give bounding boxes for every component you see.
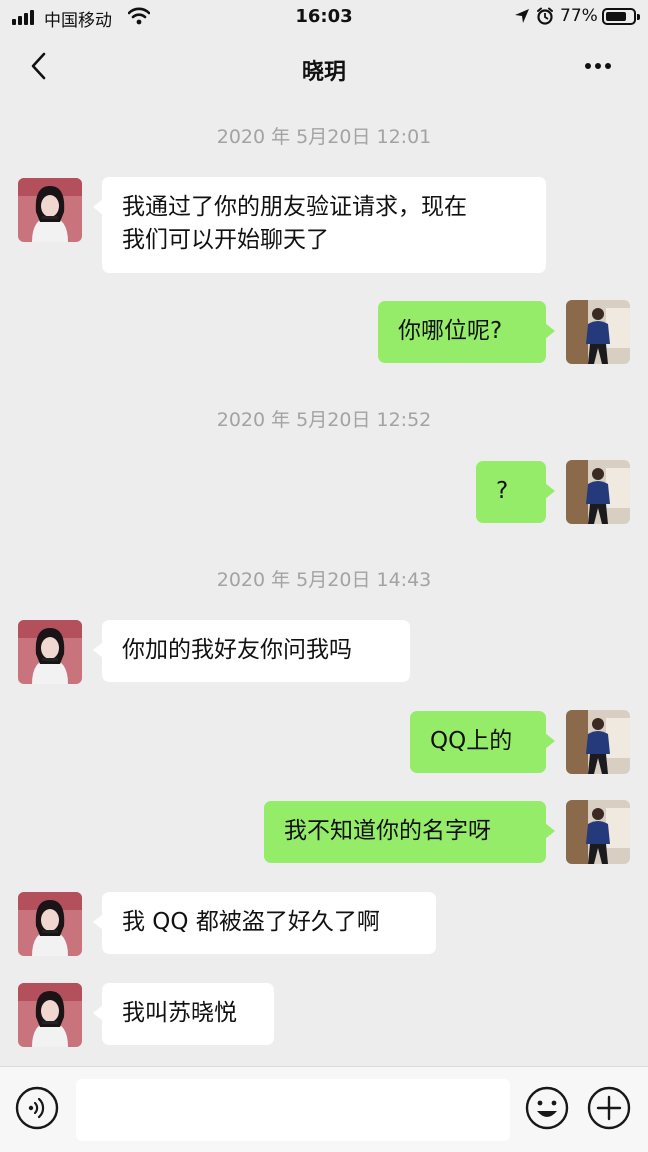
status-bar: 中国移动 16:03 77% <box>0 0 648 34</box>
voice-icon[interactable] <box>14 1085 60 1131</box>
message-text: ? <box>496 478 509 504</box>
message-text: QQ上的 <box>430 728 513 754</box>
page-title: 晓玥 <box>301 60 346 85</box>
message-bubble-incoming[interactable]: 我 QQ 都被盗了好久了啊 <box>93 892 436 954</box>
contact-avatar[interactable] <box>18 892 82 956</box>
message-bubble-incoming[interactable]: 你加的我好友你问我吗 <box>93 620 410 682</box>
contact-avatar[interactable] <box>18 620 82 684</box>
battery-fill <box>606 12 626 21</box>
input-bar <box>0 1066 648 1152</box>
message-timestamp: 2020 年 5月20日 12:52 <box>216 409 432 431</box>
self-avatar[interactable] <box>566 460 630 524</box>
message-bubble-incoming[interactable]: 我通过了你的朋友验证请求，现在 我们可以开始聊天了 <box>93 177 546 273</box>
message-text: 我叫苏晓悦 <box>122 1000 237 1026</box>
message-bubble-outgoing[interactable]: ? <box>476 461 555 523</box>
contact-avatar[interactable] <box>18 178 82 242</box>
message-text: 我通过了你的朋友验证请求，现在 <box>122 194 467 220</box>
alarm-icon <box>537 7 553 25</box>
location-arrow-icon <box>515 9 529 23</box>
message-timestamp: 2020 年 5月20日 14:43 <box>216 569 432 591</box>
self-avatar[interactable] <box>566 800 630 864</box>
message-bubble-outgoing[interactable]: 你哪位呢? <box>378 301 555 363</box>
chat-header: 晓玥 <box>0 34 648 100</box>
battery-percent: 77% <box>560 6 598 26</box>
contact-avatar[interactable] <box>18 983 82 1047</box>
message-text: 我 QQ 都被盗了好久了啊 <box>122 909 380 935</box>
message-text: 你哪位呢? <box>398 318 503 344</box>
message-text: 我们可以开始聊天了 <box>122 227 329 253</box>
message-timestamp: 2020 年 5月20日 12:01 <box>216 126 432 148</box>
message-bubble-outgoing[interactable]: 我不知道你的名字呀 <box>264 801 555 863</box>
message-text: 我不知道你的名字呀 <box>284 818 491 844</box>
message-bubble-outgoing[interactable]: QQ上的 <box>410 711 555 773</box>
plus-icon[interactable] <box>586 1085 632 1131</box>
emoji-icon[interactable] <box>524 1085 570 1131</box>
message-bubble-incoming[interactable]: 我叫苏晓悦 <box>93 983 274 1045</box>
battery-icon <box>602 8 640 25</box>
message-text: 你加的我好友你问我吗 <box>122 637 352 663</box>
self-avatar[interactable] <box>566 710 630 774</box>
self-avatar[interactable] <box>566 300 630 364</box>
message-input[interactable] <box>76 1079 510 1141</box>
more-dots-icon[interactable] <box>576 48 620 84</box>
